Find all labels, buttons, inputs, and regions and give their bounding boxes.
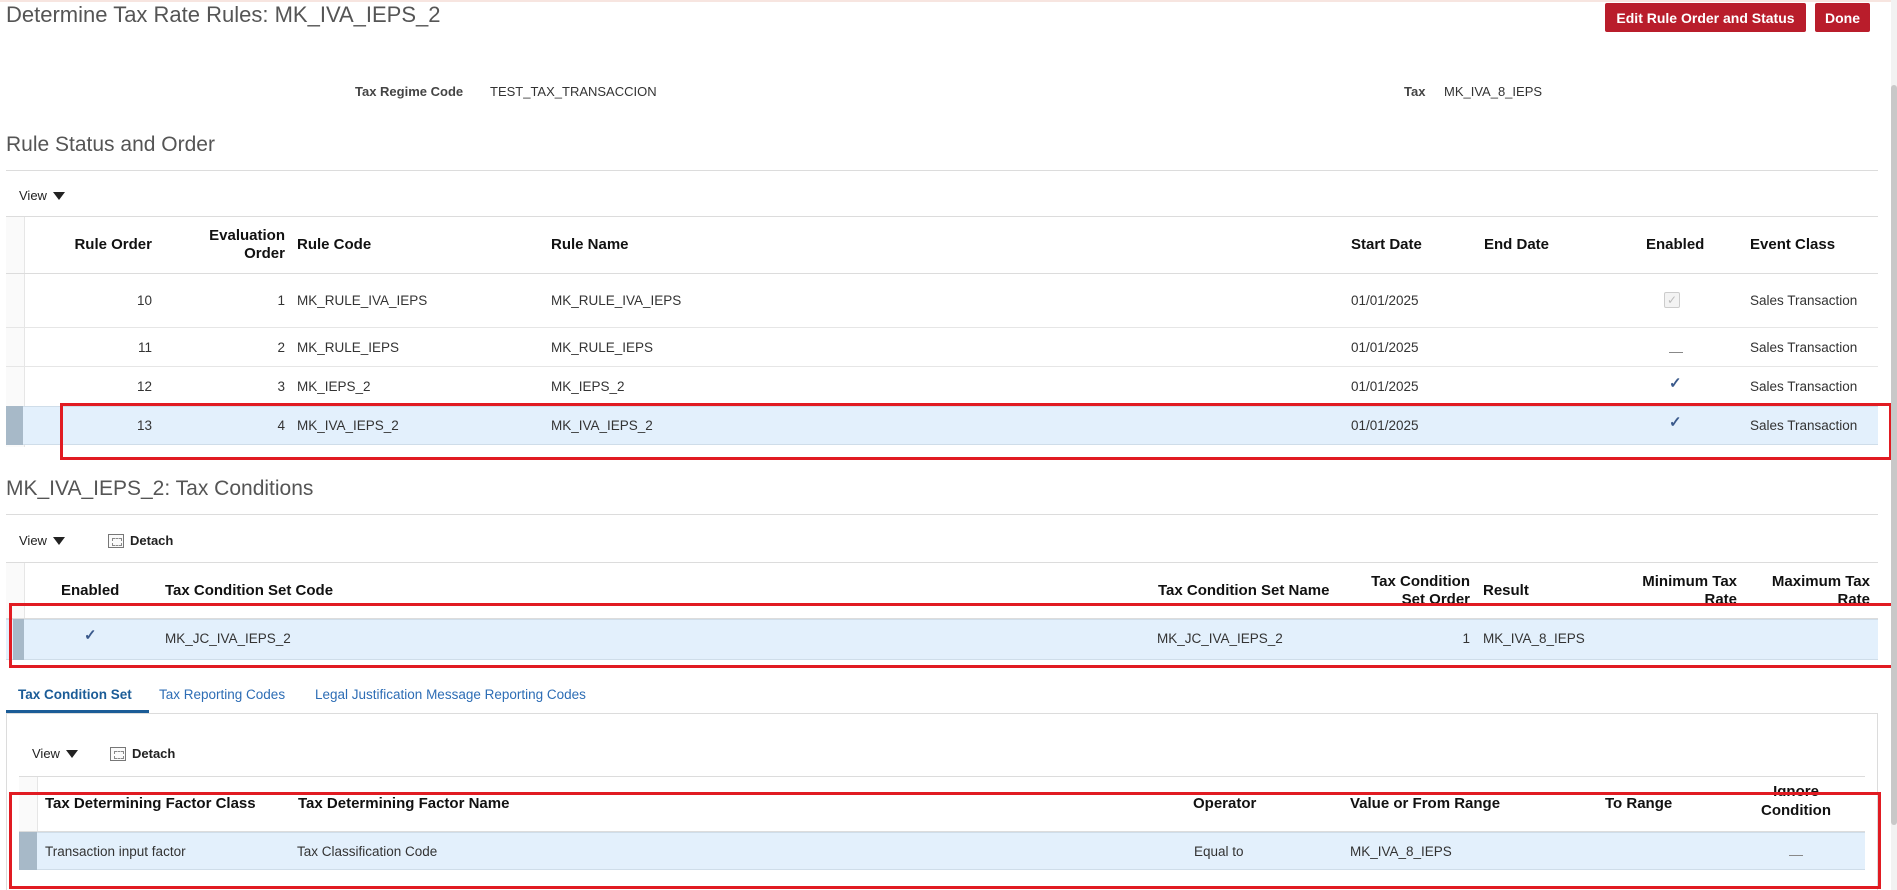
section-divider <box>6 514 1878 515</box>
col-enabled[interactable]: Enabled <box>1646 236 1704 254</box>
done-button[interactable]: Done <box>1815 3 1870 32</box>
tax-regime-code-value: TEST_TAX_TRANSACCION <box>490 84 657 99</box>
col-condition-set-code[interactable]: Tax Condition Set Code <box>165 582 333 600</box>
col-event-class[interactable]: Event Class <box>1750 236 1835 254</box>
rule-code-cell: MK_RULE_IVA_IEPS <box>297 293 428 308</box>
tab-bar-border <box>6 713 1878 714</box>
start-date-cell: 01/01/2025 <box>1351 379 1419 394</box>
col-start-date[interactable]: Start Date <box>1351 236 1422 254</box>
tab-legal-justification[interactable]: Legal Justification Message Reporting Co… <box>315 687 586 702</box>
rule-order-cell: 10 <box>136 293 152 308</box>
caret-down-icon <box>52 191 65 200</box>
col-condition-set-name[interactable]: Tax Condition Set Name <box>1158 582 1329 600</box>
eval-order-cell: 3 <box>277 379 285 394</box>
section-divider <box>6 170 1878 171</box>
tab-tax-condition-set[interactable]: Tax Condition Set <box>18 687 132 702</box>
rule-code-cell: MK_RULE_IEPS <box>297 340 400 355</box>
tax-regime-code-label: Tax Regime Code <box>355 84 464 99</box>
condition-set-detach-button[interactable]: Detach <box>110 746 175 761</box>
tax-conditions-section-title: MK_IVA_IEPS_2: Tax Conditions <box>6 477 314 500</box>
table-top-border <box>6 216 1878 217</box>
rule-name-cell: MK_RULE_IEPS <box>551 340 654 355</box>
conditions-detach-button[interactable]: Detach <box>108 533 173 548</box>
tax-label: Tax <box>1404 84 1426 99</box>
header-bottom-border <box>6 273 1878 274</box>
row-selection-indicator[interactable] <box>6 406 23 445</box>
col-result[interactable]: Result <box>1483 582 1529 600</box>
unchecked-dash-icon <box>1669 352 1683 353</box>
start-date-cell: 01/01/2025 <box>1351 293 1419 308</box>
view-menu-label: View <box>19 188 47 203</box>
col-set-order-line1[interactable]: Tax Condition <box>1340 573 1470 591</box>
caret-down-icon <box>65 749 78 758</box>
col-eval-order-line1[interactable]: Evaluation <box>190 227 285 245</box>
event-class-cell: Sales Transaction <box>1750 293 1858 308</box>
highlight-box <box>9 792 1881 889</box>
col-set-order-line2[interactable]: Set Order <box>1340 591 1470 603</box>
tab-tax-reporting-codes[interactable]: Tax Reporting Codes <box>159 687 285 702</box>
rule-code-cell: MK_IEPS_2 <box>297 379 371 394</box>
rule-name-cell: MK_IEPS_2 <box>551 379 625 394</box>
row-divider <box>6 366 1878 367</box>
rule-status-section-title: Rule Status and Order <box>6 133 215 156</box>
enabled-checkbox-disabled: ✓ <box>1664 292 1680 308</box>
col-rule-order[interactable]: Rule Order <box>60 236 152 254</box>
rule-order-cell: 12 <box>136 379 152 394</box>
conditions-view-menu[interactable]: View <box>19 533 65 548</box>
highlight-box <box>9 603 1896 668</box>
col-max-rate-line1[interactable]: Maximum Tax <box>1740 573 1870 591</box>
col-max-rate-line2[interactable]: Rate <box>1740 591 1870 603</box>
col-eval-order-line2[interactable]: Order <box>190 245 285 263</box>
table-top-border <box>19 776 1865 777</box>
col-min-rate-line1[interactable]: Minimum Tax <box>1610 573 1737 591</box>
tab-panel-left-border <box>6 713 7 890</box>
view-menu-label: View <box>32 746 60 761</box>
view-menu-label: View <box>19 533 47 548</box>
detach-icon <box>110 746 126 761</box>
detach-icon <box>108 533 124 548</box>
event-class-cell: Sales Transaction <box>1750 340 1858 355</box>
scrollbar-thumb[interactable] <box>1891 85 1897 825</box>
rule-name-cell: MK_RULE_IVA_IEPS <box>551 293 682 308</box>
col-min-rate-line2[interactable]: Rate <box>1610 591 1737 603</box>
col-end-date[interactable]: End Date <box>1484 236 1549 254</box>
highlight-box <box>60 403 1892 460</box>
rule-order-cell: 11 <box>137 340 152 355</box>
detach-label: Detach <box>130 533 174 548</box>
rules-view-menu[interactable]: View <box>19 188 65 203</box>
checkmark-icon: ✓ <box>1669 375 1682 392</box>
detach-label: Detach <box>132 746 176 761</box>
event-class-cell: Sales Transaction <box>1750 379 1858 394</box>
condition-set-view-menu[interactable]: View <box>32 746 78 761</box>
eval-order-cell: 2 <box>277 340 285 355</box>
col-rule-code[interactable]: Rule Code <box>297 236 371 254</box>
caret-down-icon <box>52 536 65 545</box>
row-divider <box>6 327 1878 328</box>
table-top-border <box>6 562 1878 563</box>
start-date-cell: 01/01/2025 <box>1351 340 1419 355</box>
page-title: Determine Tax Rate Rules: MK_IVA_IEPS_2 <box>6 2 441 27</box>
col-rule-name[interactable]: Rule Name <box>551 236 629 254</box>
col-enabled[interactable]: Enabled <box>61 582 119 600</box>
eval-order-cell: 1 <box>277 293 285 308</box>
tax-value: MK_IVA_8_IEPS <box>1444 84 1543 99</box>
edit-rule-order-button[interactable]: Edit Rule Order and Status <box>1605 3 1806 32</box>
